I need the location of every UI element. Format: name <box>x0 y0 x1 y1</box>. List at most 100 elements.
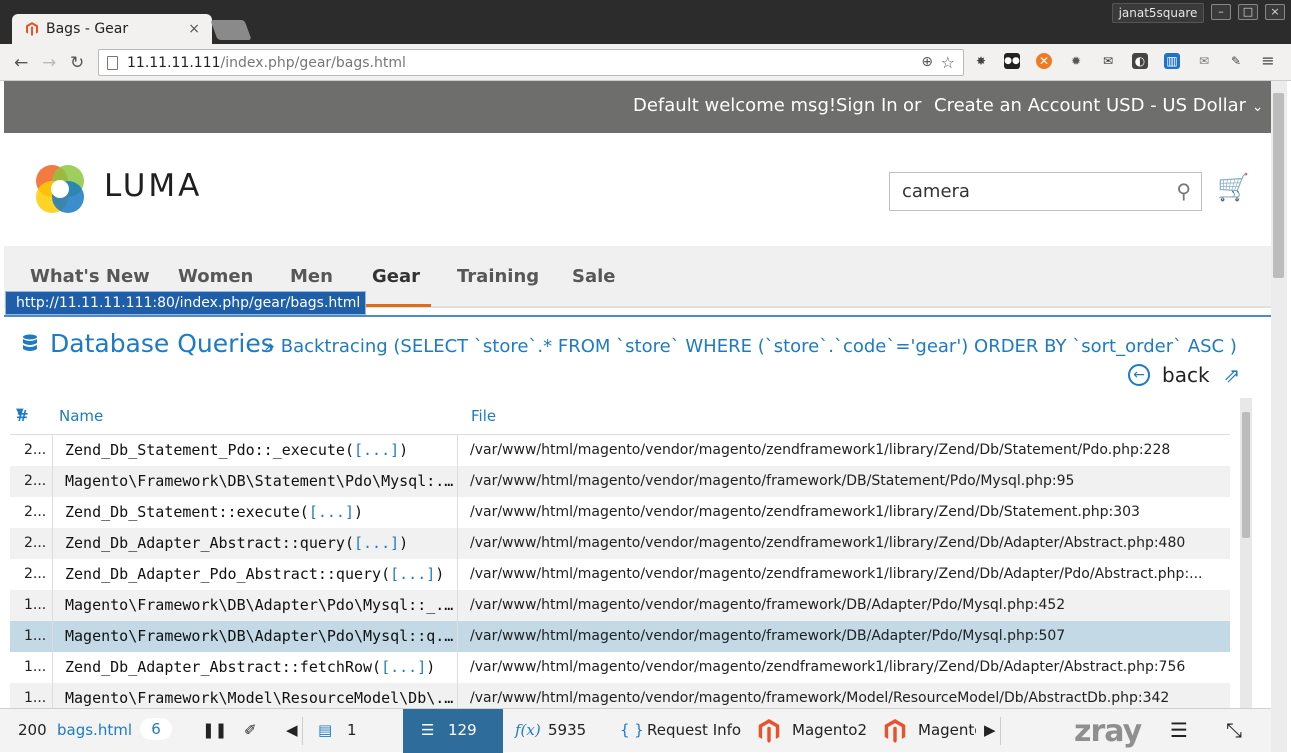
zray-toolbar: 200 bags.html 6 ❚❚ ✐ ◀ ▤ 1 ☰ 129 f(x) 59… <box>0 708 1271 753</box>
magento-icon[interactable] <box>758 719 780 743</box>
row-name: Magento\Framework\DB\Adapter\Pdo\Mysql::… <box>53 590 458 621</box>
table-row[interactable]: 2... Zend_Db_Adapter_Pdo_Abstract::query… <box>10 559 1230 590</box>
extension-trello-icon[interactable]: ▥ <box>1164 53 1180 69</box>
table-row[interactable]: 2... Magento\Framework\DB\Statement\Pdo\… <box>10 466 1230 497</box>
table-row[interactable]: 2... Zend_Db_Adapter_Abstract::query([..… <box>10 528 1230 559</box>
row-num: 1... <box>10 590 53 621</box>
table-row[interactable]: 2... Zend_Db_Statement::execute([...]) /… <box>10 497 1230 528</box>
extension-bug-icon[interactable]: ✸ <box>973 53 989 69</box>
eraser-icon[interactable]: ✐ <box>244 721 257 739</box>
magento-favicon-icon <box>26 22 38 36</box>
nav-training[interactable]: Training <box>457 266 539 287</box>
address-bar[interactable]: 11.11.11.111/index.php/gear/bags.html ⊕ … <box>98 49 964 76</box>
profile-user[interactable]: janat5square <box>1112 3 1204 23</box>
panel-title: Database Queries <box>50 329 274 358</box>
table-scrollbar[interactable] <box>1240 398 1252 708</box>
or-text: or <box>903 95 922 116</box>
tab-database[interactable]: ☰ 129 <box>403 709 503 753</box>
table-scrollbar-thumb[interactable] <box>1242 412 1250 538</box>
request-count-badge[interactable]: 6 <box>140 718 172 740</box>
row-num: 2... <box>10 435 53 466</box>
tab-request-info[interactable]: Request Info <box>647 721 741 739</box>
search-icon[interactable]: ⚲ <box>1176 179 1191 203</box>
table-row[interactable]: 1... Magento\Framework\DB\Adapter\Pdo\My… <box>10 590 1230 621</box>
row-num: 2... <box>10 497 53 528</box>
nav-sale[interactable]: Sale <box>572 266 616 287</box>
zoom-icon[interactable]: ⊕ <box>921 54 933 70</box>
logs-count[interactable]: 1 <box>347 721 357 739</box>
bookmark-star-icon[interactable]: ☆ <box>941 53 955 72</box>
create-account-link[interactable]: Create an Account <box>934 95 1100 116</box>
table-row-selected[interactable]: 1... Magento\Framework\DB\Adapter\Pdo\My… <box>10 621 1230 652</box>
luma-logo-icon[interactable] <box>32 161 88 217</box>
zray-logo: zray <box>1074 714 1142 749</box>
magento-plugin-icon[interactable] <box>884 719 906 743</box>
queries-table: 2... Zend_Db_Statement_Pdo::_execute([..… <box>10 434 1230 714</box>
tab-magento[interactable]: Magento <box>918 721 976 739</box>
row-file: /var/www/html/magento/vendor/magento/zen… <box>470 659 1186 675</box>
tab-magento2[interactable]: Magento2 <box>792 721 867 739</box>
table-row[interactable]: 2... Zend_Db_Statement_Pdo::_execute([..… <box>10 435 1230 466</box>
browser-tab[interactable]: Bags - Gear × <box>12 14 212 44</box>
search-value: camera <box>902 181 970 202</box>
reload-icon[interactable]: ↻ <box>70 53 84 73</box>
row-num: 2... <box>10 528 53 559</box>
browser-toolbar: ← → ↻ 11.11.11.111/index.php/gear/bags.h… <box>0 44 1291 81</box>
scroll-right-icon[interactable]: ▶ <box>984 721 996 739</box>
page-scrollbar[interactable] <box>1271 81 1287 752</box>
nav-whats-new[interactable]: What's New <box>30 266 150 287</box>
pause-icon[interactable]: ❚❚ <box>202 721 227 739</box>
store-topbar: Default welcome msg! Sign In or Create a… <box>4 81 1271 133</box>
collapse-icon[interactable]: ⤡ <box>1226 718 1242 742</box>
external-link-icon[interactable]: ⇗ <box>1224 363 1241 387</box>
functions-icon[interactable]: f(x) <box>515 721 541 739</box>
tab-close-icon[interactable]: × <box>188 21 200 37</box>
store-header: LUMA camera ⚲ 🛒 <box>4 133 1271 246</box>
new-tab-button[interactable] <box>210 20 252 40</box>
close-window-button[interactable]: × <box>1265 4 1285 20</box>
status-code: 200 <box>18 721 47 739</box>
extension-orange-icon[interactable]: ✕ <box>1036 53 1052 69</box>
back-arrow-icon[interactable]: ← <box>14 53 28 73</box>
extension-envelope-icon[interactable]: ✉ <box>1196 53 1212 69</box>
nav-women[interactable]: Women <box>178 266 253 287</box>
maximize-button[interactable]: □ <box>1238 4 1258 20</box>
column-name[interactable]: Name <box>59 407 103 425</box>
url-host: 11.11.11.111 <box>127 54 221 71</box>
row-num: 2... <box>10 559 53 590</box>
forward-arrow-icon[interactable]: → <box>42 53 56 73</box>
database-tab-icon: ☰ <box>421 721 435 739</box>
sign-in-link[interactable]: Sign In <box>836 95 898 116</box>
back-label: back <box>1162 363 1210 387</box>
row-file: /var/www/html/magento/vendor/magento/zen… <box>470 504 1140 520</box>
extension-bulb-icon[interactable]: ◐ <box>1132 53 1148 69</box>
cart-icon[interactable]: 🛒 <box>1217 173 1249 203</box>
currency-switcher[interactable]: USD - US Dollar ⌄ <box>1106 95 1264 116</box>
search-input[interactable]: camera ⚲ <box>889 172 1202 211</box>
hamburger-menu-icon[interactable]: ☰ <box>1170 718 1188 742</box>
page-scrollbar-thumb[interactable] <box>1273 93 1284 278</box>
scroll-left-icon[interactable]: ◀ <box>286 721 298 739</box>
extension-mask-icon[interactable]: ●● <box>1004 53 1020 69</box>
page-name[interactable]: bags.html <box>57 721 132 739</box>
column-file[interactable]: File <box>471 407 496 425</box>
nav-gear[interactable]: Gear <box>372 266 420 287</box>
functions-count[interactable]: 5935 <box>548 721 586 739</box>
database-icon <box>23 334 37 351</box>
table-row[interactable]: 1... Zend_Db_Adapter_Abstract::fetchRow(… <box>10 652 1230 683</box>
log-icon[interactable]: ▤ <box>318 721 332 739</box>
row-name: Zend_Db_Adapter_Abstract::query([...]) <box>53 528 458 559</box>
minimize-button[interactable]: – <box>1211 4 1231 20</box>
back-circle-icon: ← <box>1128 364 1150 386</box>
logo-text[interactable]: LUMA <box>104 168 202 204</box>
row-name: Magento\Framework\DB\Adapter\Pdo\Mysql::… <box>53 621 458 652</box>
db-count: 129 <box>448 721 477 739</box>
menu-icon[interactable]: ≡ <box>1260 53 1276 69</box>
extension-mail-icon[interactable]: ✉ <box>1100 53 1116 69</box>
braces-icon[interactable]: { } <box>620 721 644 739</box>
url-path: /index.php/gear/bags.html <box>220 54 406 71</box>
extension-gear-icon[interactable]: ✹ <box>1068 53 1084 69</box>
extension-eyedropper-icon[interactable]: ✎ <box>1228 53 1244 69</box>
back-button[interactable]: ← back ⇗ <box>1128 363 1240 387</box>
nav-men[interactable]: Men <box>290 266 333 287</box>
